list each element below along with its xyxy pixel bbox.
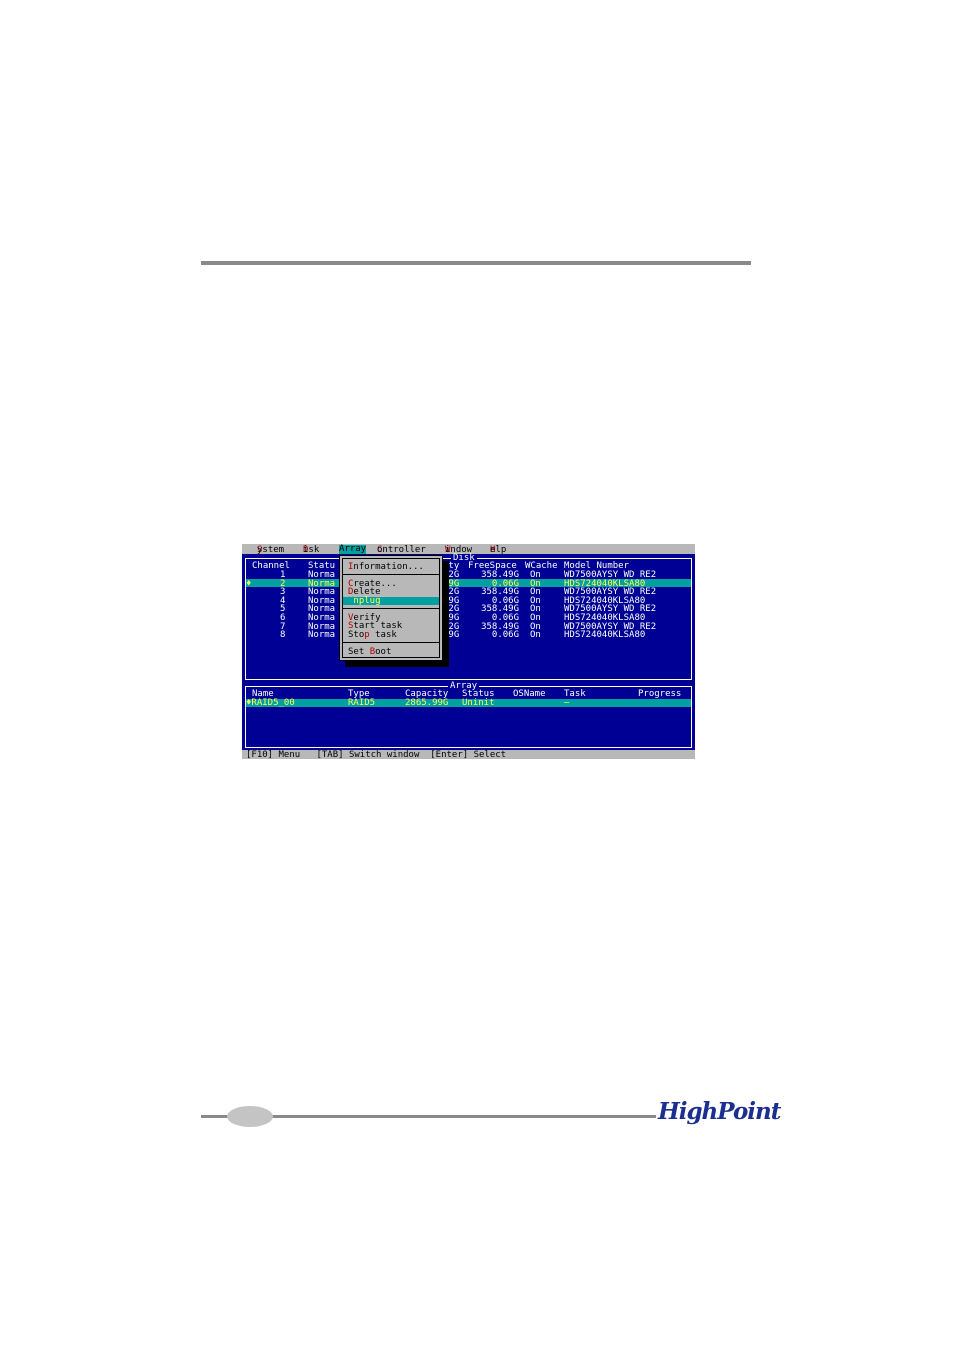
menu-separator <box>342 642 440 643</box>
status-bar: [F10] Menu [TAB] Switch window [Enter] S… <box>242 750 695 759</box>
header-rule <box>201 261 751 265</box>
status-hint: [F10] Menu [TAB] Switch window [Enter] S… <box>246 750 507 759</box>
disk-cell-channel[interactable]: 8 <box>280 631 285 640</box>
array-cell-name[interactable]: ♦RAID5_00 <box>246 699 295 708</box>
array-column-header: OSName <box>513 689 546 699</box>
menu-item-unplug[interactable]: Unplug <box>348 597 381 606</box>
disk-cell-model[interactable]: HDS724040KLSA80 <box>564 631 645 640</box>
disk-cell-wcache[interactable]: On <box>530 631 541 640</box>
array-column-header: Progress <box>638 689 682 699</box>
menu-item-set-boot[interactable]: Set Boot <box>348 648 391 657</box>
highpoint-logo: HighPoint <box>658 1098 781 1125</box>
menu-item-information[interactable]: Information... <box>348 563 424 572</box>
array-cell-type[interactable]: RAID5 <box>348 699 375 708</box>
disk-cell-status[interactable]: Norma <box>308 631 335 640</box>
bios-utility-screen: System Disk Array Controller Window Help… <box>242 544 695 759</box>
array-cell-status[interactable]: Uninit <box>462 699 495 708</box>
array-cell-capacity[interactable]: 2865.99G <box>405 699 448 708</box>
page-number-oval <box>227 1106 273 1127</box>
row-marker: ♦ <box>246 578 252 589</box>
menu-item-stop-task[interactable]: Stop task <box>348 631 397 640</box>
menu-separator <box>342 608 440 609</box>
array-cell-task[interactable]: – <box>564 699 569 708</box>
menu-array[interactable]: Array <box>339 545 367 554</box>
menu-separator <box>342 574 440 575</box>
array-dropdown-menu: Information... Create... Delete Unplug V… <box>339 555 443 661</box>
disk-cell-free[interactable]: 0.06G <box>478 631 519 640</box>
